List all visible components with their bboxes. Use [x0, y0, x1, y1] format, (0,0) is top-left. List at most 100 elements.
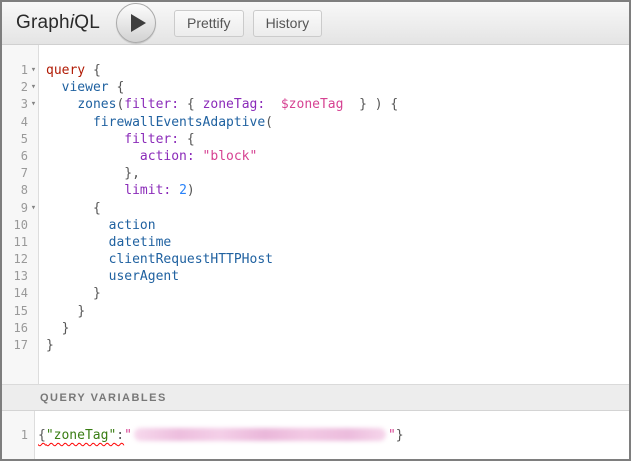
- variables-editor: 1 {"zoneTag":""}: [2, 411, 629, 459]
- fold-arrow-empty: [28, 165, 39, 182]
- token-ws: [46, 166, 124, 181]
- code-line: {: [46, 200, 629, 217]
- fold-arrow-icon[interactable]: ▾: [28, 62, 39, 79]
- token-prop: clientRequestHTTPHost: [109, 252, 273, 267]
- query-variables-title[interactable]: QUERY VARIABLES: [2, 384, 629, 411]
- token-punc: {: [38, 428, 46, 443]
- token-prop: action: [109, 218, 156, 233]
- code-line: action: "block": [46, 148, 629, 165]
- fold-arrow-empty: [28, 303, 39, 320]
- code-line: filter: {: [46, 131, 629, 148]
- fold-arrow-empty: [28, 217, 39, 234]
- token-prop: viewer: [62, 80, 109, 95]
- token-num: 2: [179, 183, 187, 198]
- token-ws: [46, 97, 77, 112]
- fold-arrow-empty: [28, 114, 39, 131]
- code-line: },: [46, 165, 629, 182]
- token-punc: {: [179, 97, 202, 112]
- token-ws: [46, 252, 109, 267]
- gutter-row: 17: [2, 337, 38, 354]
- token-punc: } ) {: [343, 97, 398, 112]
- query-code[interactable]: query { viewer { zones(filter: { zoneTag…: [39, 45, 629, 384]
- token-str: "block": [203, 149, 258, 164]
- code-line: viewer {: [46, 79, 629, 96]
- code-line: firewallEventsAdaptive(: [46, 114, 629, 131]
- line-number: 16: [2, 320, 28, 337]
- code-line: }: [46, 285, 629, 302]
- gutter-row: 13: [2, 268, 38, 285]
- code-line: }: [46, 320, 629, 337]
- token-ws: [46, 80, 62, 95]
- token-punc: },: [124, 166, 140, 181]
- token-punc: {: [93, 201, 101, 216]
- token-punc: {: [179, 132, 195, 147]
- gutter-row: 2▾: [2, 79, 38, 96]
- token-prop: zones: [77, 97, 116, 112]
- toolbar: GraphiQL Prettify History: [2, 2, 629, 45]
- token-punc: {: [85, 63, 101, 78]
- variables-code[interactable]: {"zoneTag":""}: [35, 411, 629, 459]
- token-punc: }: [46, 338, 54, 353]
- line-number: 17: [2, 337, 28, 354]
- line-number: 1: [2, 62, 28, 79]
- play-icon: [131, 14, 146, 32]
- line-number: 11: [2, 234, 28, 251]
- code-line: }: [46, 337, 629, 354]
- gutter-row: 12: [2, 251, 38, 268]
- redacted-value: [134, 428, 386, 441]
- token-ws: [46, 115, 93, 130]
- gutter-row: 5: [2, 131, 38, 148]
- fold-arrow-empty: [28, 131, 39, 148]
- graphiql-window: GraphiQL Prettify History 1▾2▾3▾456789▾1…: [0, 0, 631, 461]
- fold-arrow-empty: [28, 182, 39, 199]
- token-ws: [46, 304, 77, 319]
- prettify-button[interactable]: Prettify: [174, 10, 244, 37]
- token-punc: }: [396, 428, 404, 443]
- history-button[interactable]: History: [253, 10, 323, 37]
- fold-arrow-icon[interactable]: ▾: [28, 200, 39, 217]
- execute-query-button[interactable]: [116, 3, 156, 43]
- logo-part-graph: Graph: [16, 12, 70, 33]
- token-ws: [46, 132, 124, 147]
- query-editor: 1▾2▾3▾456789▾1011121314151617 query { vi…: [2, 45, 629, 384]
- gutter-row: 16: [2, 320, 38, 337]
- code-line: datetime: [46, 234, 629, 251]
- token-attr: filter:: [124, 132, 179, 147]
- token-punc: }: [77, 304, 85, 319]
- line-number: 14: [2, 285, 28, 302]
- gutter-row: 3▾: [2, 96, 38, 113]
- token-punc: {: [109, 80, 125, 95]
- code-line: {"zoneTag":""}: [38, 427, 629, 444]
- token-ws: [46, 286, 93, 301]
- token-ws: [46, 235, 109, 250]
- code-line: limit: 2): [46, 182, 629, 199]
- fold-arrow-empty: [28, 148, 39, 165]
- token-str: ": [388, 428, 396, 443]
- line-number: 4: [2, 114, 28, 131]
- code-line: userAgent: [46, 268, 629, 285]
- token-var: $zoneTag: [281, 97, 344, 112]
- gutter-row: 4: [2, 114, 38, 131]
- token-json-prop: "zoneTag": [46, 428, 116, 443]
- gutter-row: 11: [2, 234, 38, 251]
- token-punc: (: [265, 115, 273, 130]
- gutter-row: 7: [2, 165, 38, 182]
- gutter-row: 8: [2, 182, 38, 199]
- gutter-row: 6: [2, 148, 38, 165]
- gutter-row: 1▾: [2, 62, 38, 79]
- code-line: query {: [46, 62, 629, 79]
- token-attr: limit:: [124, 183, 171, 198]
- token-ws: [46, 218, 109, 233]
- fold-arrow-icon[interactable]: ▾: [28, 79, 39, 96]
- token-ws: [171, 183, 179, 198]
- line-number: 1: [2, 427, 28, 444]
- gutter-row: 9▾: [2, 200, 38, 217]
- fold-arrow-empty: [28, 320, 39, 337]
- code-line: zones(filter: { zoneTag: $zoneTag } ) {: [46, 96, 629, 113]
- logo-part-ql: QL: [74, 12, 100, 33]
- fold-arrow-empty: [28, 268, 39, 285]
- fold-arrow-icon[interactable]: ▾: [28, 96, 39, 113]
- line-number: 6: [2, 148, 28, 165]
- token-punc: :: [116, 428, 124, 443]
- line-number: 2: [2, 79, 28, 96]
